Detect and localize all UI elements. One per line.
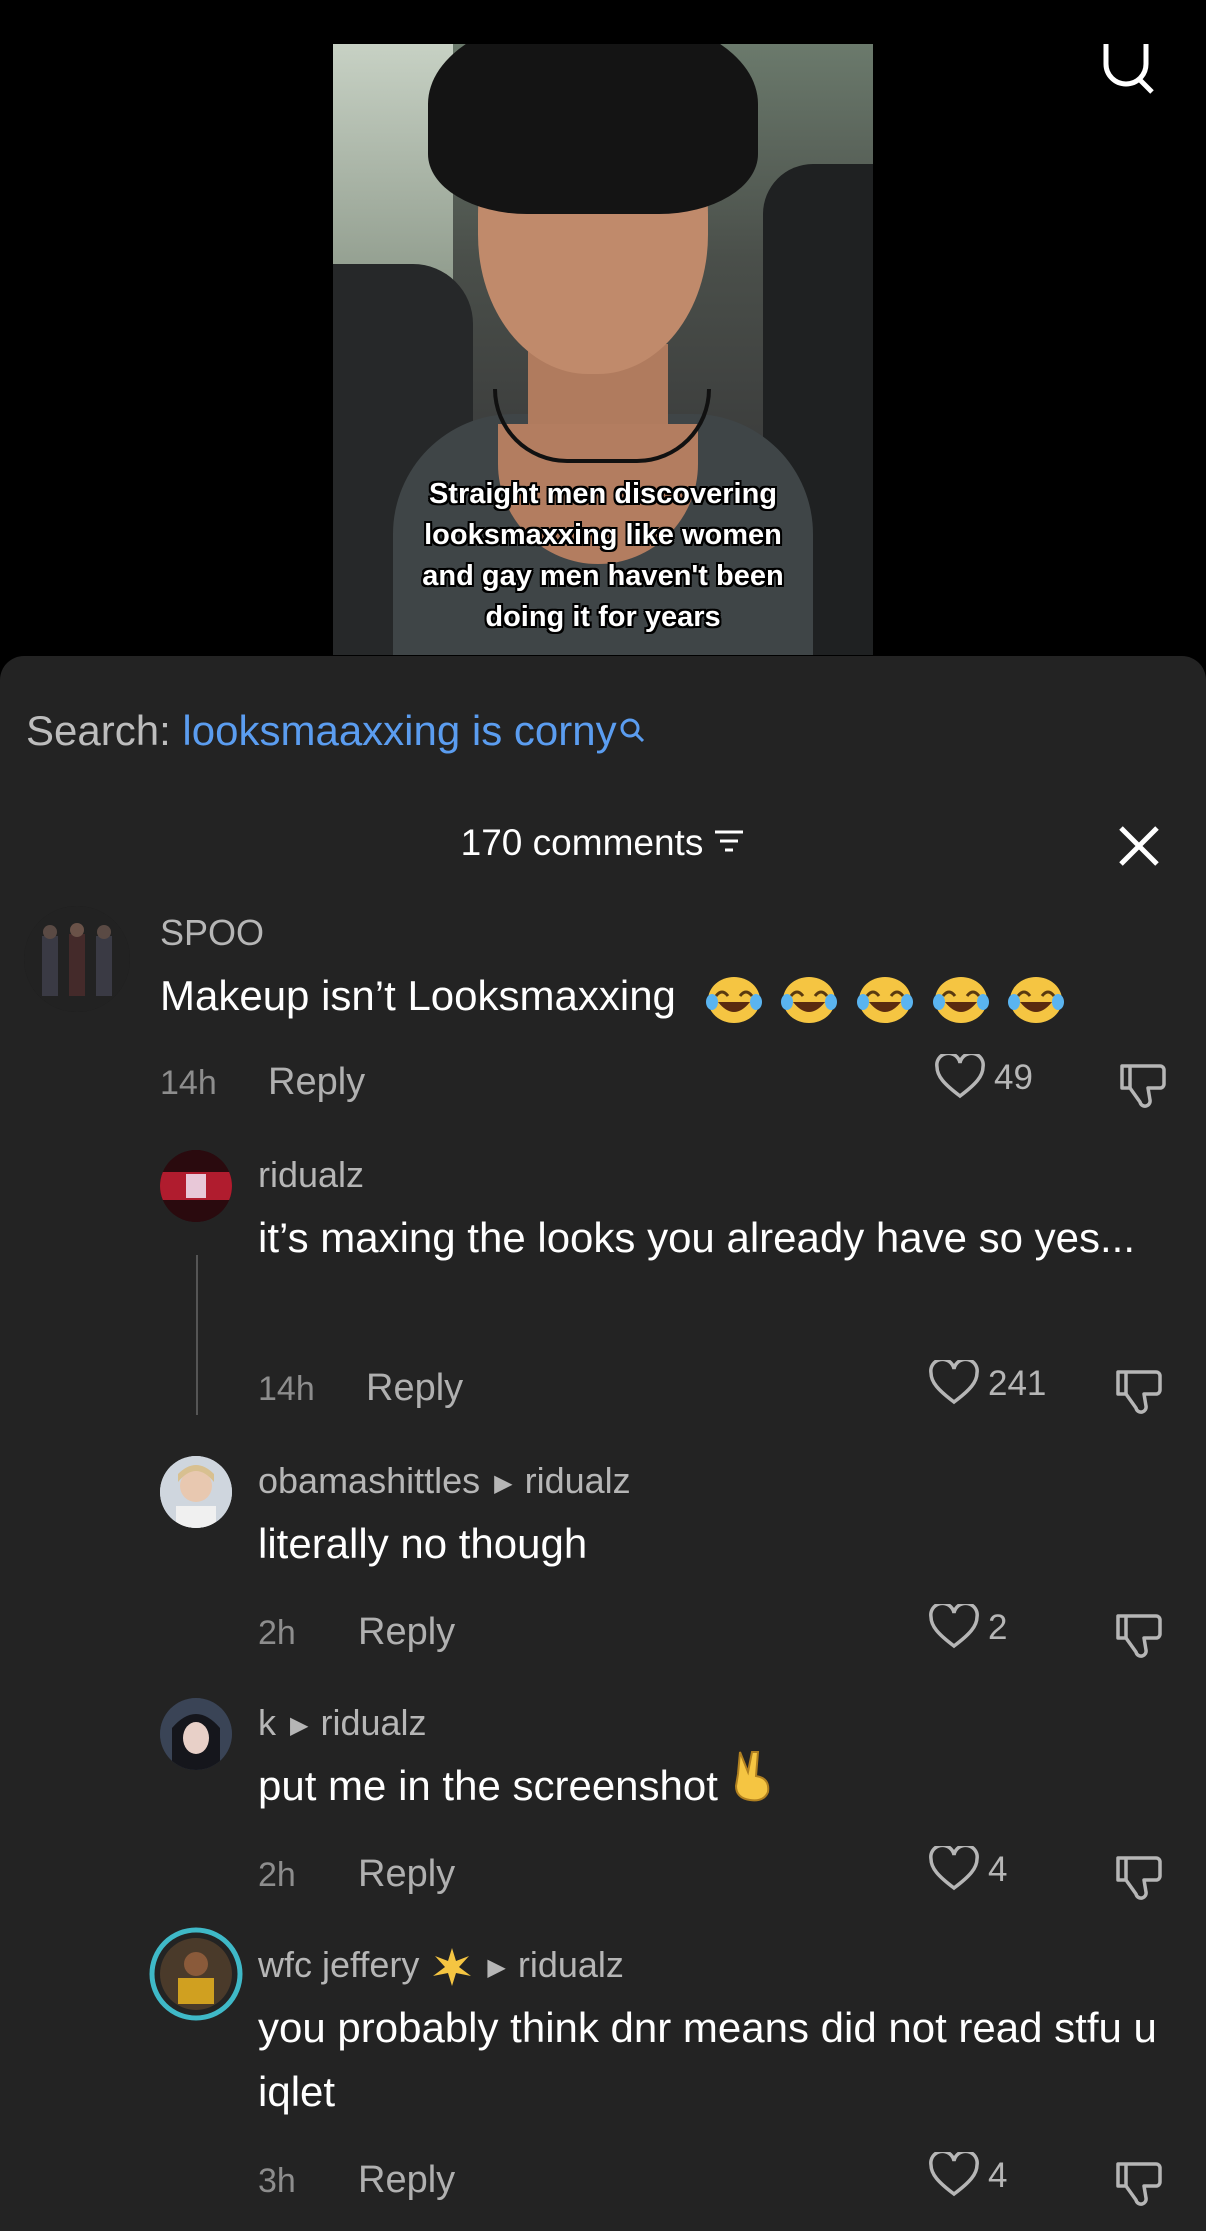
username[interactable]: wfc jeffery [258,1944,419,1985]
avatar[interactable] [24,906,130,1012]
heart-icon [929,1357,979,1404]
like-button[interactable]: 4 [928,1843,1008,1892]
like-count: 4 [988,2156,1008,2195]
search-icon[interactable] [1100,38,1156,94]
thumbs-down-icon[interactable] [1112,1850,1164,1907]
thumbs-down-icon[interactable] [1112,1608,1164,1665]
reply-button[interactable]: Reply [358,2159,455,2202]
search-suggestion[interactable]: Search: looksmaaxxing is corny [26,707,645,755]
like-button[interactable]: 4 [928,2149,1008,2198]
username[interactable]: obamashittles [258,1460,480,1501]
play-triangle-icon: ▶ [487,1953,506,1981]
victory-hand-emoji-icon [730,1748,774,1820]
avatar[interactable] [148,1926,244,2022]
reply-button[interactable]: Reply [358,1853,455,1896]
like-button[interactable]: 49 [934,1051,1033,1100]
comment-text-body: Makeup isn’t Looksmaxxing [160,972,676,1019]
caption-line: Straight men discovering [428,478,778,510]
play-triangle-icon: ▶ [290,1711,309,1739]
reply-to-username[interactable]: ridualz [525,1460,631,1501]
comment-time: 2h [258,1856,296,1894]
comment-text: you probably think dnr means did not rea… [258,2004,1157,2115]
avatar[interactable] [160,1150,232,1222]
comment-time: 14h [160,1064,217,1102]
comment-time: 2h [258,1614,296,1652]
close-icon[interactable] [1115,822,1163,870]
reply-button[interactable]: Reply [358,1611,455,1654]
video-area: Straight men discovering looksmaxxing li… [0,0,1206,660]
comment-text-body: put me in the screenshot [258,1762,718,1809]
thread-line [196,1255,198,1415]
video-caption: Straight men discovering looksmaxxing li… [333,474,873,638]
like-count: 2 [988,1608,1008,1647]
comment-username[interactable]: SPOO [160,912,264,954]
comment-time: 14h [258,1370,315,1408]
caption-line: looksmaxxing like women [424,519,782,551]
thumbs-down-icon[interactable] [1112,1364,1164,1421]
heart-icon [935,1051,985,1098]
comment-username[interactable]: k ▶ ridualz [258,1702,427,1744]
caption-line: and gay men haven't been [422,560,784,592]
comment-username[interactable]: obamashittles ▶ ridualz [258,1460,631,1502]
comment-text: Makeup isn’t Looksmaxxing [160,964,1065,1028]
search-query-link[interactable]: looksmaaxxing is corny [182,707,616,754]
username[interactable]: k [258,1702,276,1743]
heart-icon [929,1601,979,1648]
heart-icon [929,2149,979,2196]
hair [428,44,758,214]
comment-text: it’s maxing the looks you already have s… [258,1214,1136,1261]
avatar[interactable] [160,1456,232,1528]
heart-icon [929,1843,979,1890]
comments-count: 170 comments [460,822,704,863]
reply-button[interactable]: Reply [366,1367,463,1410]
comment-time: 3h [258,2162,296,2200]
like-count: 241 [988,1364,1047,1403]
thumbs-down-icon[interactable] [1112,2156,1164,2213]
comment-username[interactable]: wfc jeffery ▶ ridualz [258,1944,624,1988]
play-triangle-icon: ▶ [494,1469,513,1497]
avatar[interactable] [160,1698,232,1770]
thumbs-down-icon[interactable] [1116,1058,1168,1115]
laughing-emoji-icon [698,972,1065,1023]
like-button[interactable]: 2 [928,1601,1008,1650]
comment-text: put me in the screenshot [258,1750,774,1820]
caption-line: doing it for years [485,601,721,633]
like-button[interactable]: 241 [928,1357,1047,1406]
reply-to-username[interactable]: ridualz [320,1702,426,1743]
comment-text: literally no though [258,1520,588,1567]
video-thumbnail[interactable]: Straight men discovering looksmaxxing li… [333,44,873,655]
search-icon [619,705,645,753]
sparkle-star-icon [431,1946,473,1988]
reply-button[interactable]: Reply [268,1061,365,1104]
comments-header: 170 comments [0,822,1206,864]
like-count: 49 [994,1058,1033,1097]
comment-username[interactable]: ridualz [258,1154,364,1196]
filter-icon[interactable] [713,822,745,864]
search-prefix: Search: [26,707,171,754]
reply-to-username[interactable]: ridualz [518,1944,624,1985]
like-count: 4 [988,1850,1008,1889]
